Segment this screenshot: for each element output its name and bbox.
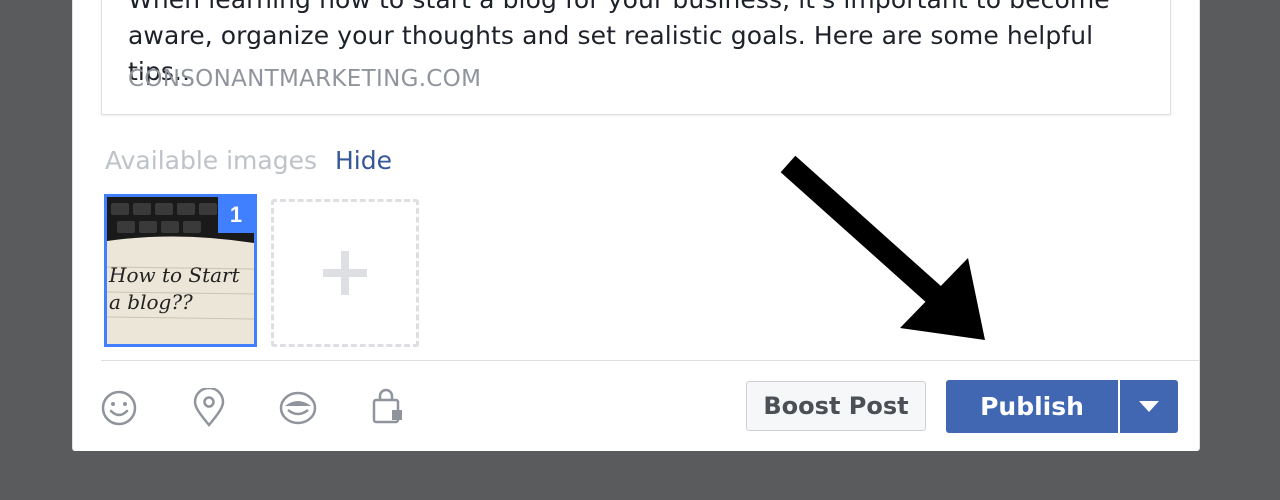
link-preview-card[interactable]: When learning how to start a blog for yo… — [101, 0, 1171, 115]
link-domain: CONSONANTMARKETING.COM — [128, 66, 482, 92]
thumb-handwriting-2: a blog?? — [109, 290, 193, 314]
publish-button[interactable]: Publish — [946, 380, 1118, 433]
boost-post-button[interactable]: Boost Post — [746, 381, 926, 431]
image-thumbnail-selected[interactable]: How to Start a blog?? 1 — [104, 194, 257, 347]
thumb-handwriting-1: How to Start — [108, 263, 241, 287]
publish-options-dropdown[interactable] — [1120, 380, 1178, 433]
pointing-arrow-icon — [780, 155, 985, 340]
hide-images-link[interactable]: Hide — [335, 146, 392, 175]
available-images-row: Available images Hide — [105, 146, 392, 175]
selection-number-badge: 1 — [218, 197, 254, 233]
add-image-button[interactable] — [271, 199, 419, 347]
smiley-icon[interactable] — [99, 388, 139, 428]
sticker-icon[interactable] — [278, 388, 318, 428]
toolbar-divider — [101, 360, 1199, 361]
available-images-label: Available images — [105, 146, 317, 175]
shopping-bag-icon[interactable] — [368, 388, 408, 428]
plus-icon — [323, 251, 367, 295]
post-composer-panel: When learning how to start a blog for yo… — [72, 0, 1200, 451]
chevron-down-icon — [1139, 400, 1159, 412]
location-pin-icon[interactable] — [189, 386, 229, 428]
